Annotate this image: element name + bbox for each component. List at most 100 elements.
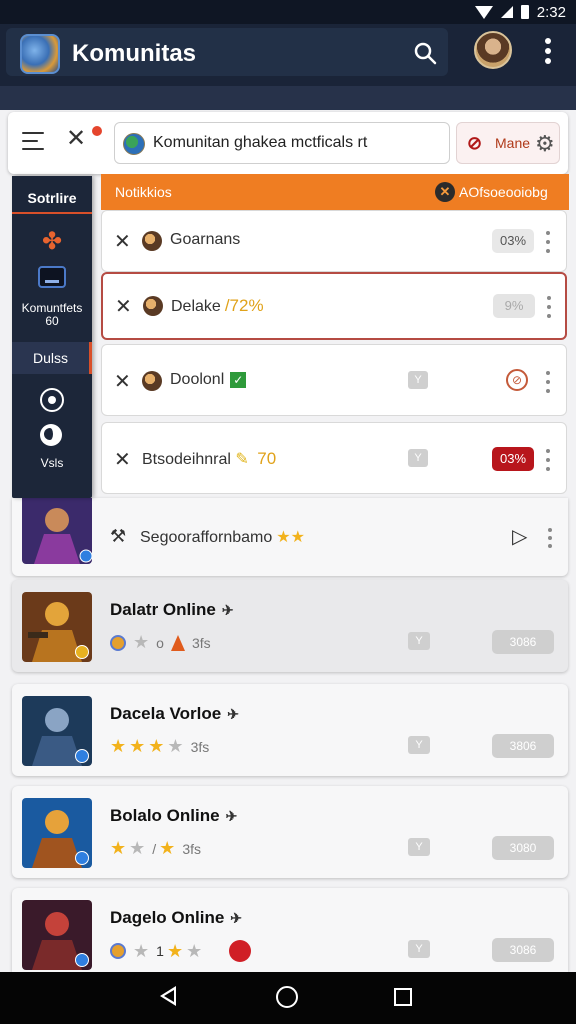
row-menu-icon[interactable] [547, 296, 553, 318]
tag-badge: Y [408, 940, 430, 958]
side-panel-item-label[interactable]: Vsls [14, 456, 90, 470]
notification-row[interactable]: ✕ Goarnans 03% [101, 210, 567, 272]
notification-dot [92, 126, 102, 136]
notification-row[interactable]: ✕ Btsodeihnral ✎ 70 Y 03% [101, 422, 567, 494]
dismiss-icon[interactable]: ✕ [114, 229, 131, 254]
star-icon: ★ [166, 940, 184, 961]
community-search-field[interactable]: Komunitan ghakea mctficals rt [114, 122, 450, 164]
game-title-text: Bolalo Online [110, 806, 220, 825]
home-icon[interactable] [276, 986, 298, 1008]
game-title-text: Dacela Vorloe [110, 704, 222, 723]
back-icon-inner [164, 990, 174, 1002]
star-icon: ★ [129, 838, 146, 858]
avatar[interactable] [474, 31, 512, 69]
mane-button[interactable]: ⊘ Mane ⚙ [456, 122, 560, 164]
status-bar: 2:32 [0, 0, 576, 24]
game-card[interactable]: Dacela Vorloe ✈ ★ ★ ★ ★ 3fs Y 3806 [12, 684, 568, 776]
rating-mark: / [152, 840, 157, 857]
tag-badge: Y [408, 838, 430, 856]
notification-text: Delake/72% [171, 296, 264, 316]
game-action-button[interactable]: 3086 [492, 630, 554, 654]
tag-badge: Y [408, 449, 428, 467]
dismiss-icon[interactable]: ✕ [114, 369, 131, 394]
target-icon[interactable] [40, 388, 64, 412]
side-panel-header[interactable]: Sotrlire [12, 176, 92, 214]
tag-badge: Y [408, 736, 430, 754]
notification-name: Doolonl [170, 371, 225, 388]
user-avatar-icon [143, 296, 163, 316]
toolbar: ✕ Komunitan ghakea mctficals rt ⊘ Mane ⚙ [8, 112, 568, 174]
dismiss-icon[interactable]: ✕ [114, 447, 131, 472]
game-card[interactable]: Dagelo Online ✈ ★ 1 ★ ★ Y 3086 [12, 888, 568, 972]
globe-icon [123, 133, 145, 155]
user-icon [110, 943, 126, 959]
star-icon: ★ [110, 736, 127, 756]
game-card[interactable]: Bolalo Online ✈ ★ ★ / ★ 3fs Y 3080 [12, 786, 568, 878]
percent-badge: 9% [493, 294, 535, 318]
badge-icon [75, 953, 89, 967]
game-thumbnail [22, 900, 92, 970]
rating: ★ ★ ★ ★ 3fs [110, 736, 209, 757]
check-badge-icon: ✓ [230, 371, 247, 388]
play-icon[interactable]: ▷ [512, 524, 527, 549]
game-title: Dacela Vorloe ✈ [110, 704, 239, 724]
star-icon: ★ [133, 940, 150, 961]
card-menu-icon[interactable] [548, 528, 554, 548]
app-title: Komunitas [72, 40, 197, 67]
notifications-header-right[interactable]: AOfsoeooiobg [459, 184, 548, 200]
wrench-icon: ⚒ [110, 526, 127, 546]
partial-card-label: Segooraffornbamo [140, 529, 273, 546]
percent-badge: 03% [492, 447, 534, 471]
no-entry-icon[interactable]: ⊘ [506, 369, 528, 391]
pin-icon: ✈ [230, 910, 243, 926]
user-icon [110, 634, 126, 651]
search-icon[interactable] [412, 40, 438, 66]
menu-icon[interactable] [22, 132, 44, 150]
badge-icon: ✕ [435, 182, 455, 202]
rating-text: 3fs [190, 738, 210, 755]
console-icon[interactable] [38, 266, 66, 288]
recents-icon[interactable] [394, 988, 412, 1006]
overflow-menu-icon[interactable] [538, 34, 558, 68]
game-card-partial[interactable]: ⚒ Segooraffornbamo ★★ ▷ [12, 498, 568, 576]
cone-icon [170, 634, 185, 651]
battery-icon [520, 5, 529, 19]
dismiss-icon[interactable]: ✕ [115, 294, 132, 319]
star-icons: ★★ [276, 529, 305, 546]
rating: ★ ★ / ★ 3fs [110, 838, 201, 859]
game-card[interactable]: Dalatr Online ✈ ★ o 3fs Y 3086 [12, 580, 568, 672]
pin-icon: ✈ [227, 706, 239, 722]
pencil-icon: ✎ [235, 451, 249, 468]
notification-extra: 70 [257, 449, 277, 468]
status-time: 2:32 [536, 3, 566, 21]
user-avatar-icon [142, 231, 162, 251]
mane-label: Mane [495, 135, 531, 151]
game-thumbnail [22, 798, 92, 868]
notification-row[interactable]: ✕ Doolonl ✓ Y ⊘ [101, 344, 567, 416]
percent-badge: 03% [492, 229, 534, 253]
fire-icon[interactable]: ✤ [40, 230, 64, 254]
row-menu-icon[interactable] [546, 371, 552, 393]
star-icon: ★ [110, 838, 127, 858]
game-thumbnail [22, 592, 92, 662]
signal-icon [500, 6, 513, 18]
game-thumbnail [22, 498, 92, 564]
game-action-button[interactable]: 3806 [492, 734, 554, 758]
game-title: Dalatr Online ✈ [110, 600, 234, 620]
star-icon: ★ [167, 736, 184, 756]
user-avatar-icon [142, 371, 162, 391]
row-menu-icon[interactable] [546, 449, 552, 471]
game-action-button[interactable]: 3086 [492, 938, 554, 962]
game-action-button[interactable]: 3080 [492, 836, 554, 860]
side-panel-item-label[interactable]: Komuntfets 60 [14, 302, 90, 328]
gear-icon[interactable]: ⚙ [535, 131, 555, 157]
side-panel-section[interactable]: Dulss [12, 342, 92, 374]
star-icon: ★ [129, 736, 146, 756]
row-menu-icon[interactable] [546, 231, 552, 253]
wifi-icon [474, 5, 493, 19]
pin-icon: ✈ [221, 602, 234, 618]
notification-row-selected[interactable]: ✕ Delake/72% 9% [101, 272, 567, 340]
close-icon[interactable]: ✕ [66, 126, 92, 152]
moon-icon[interactable] [40, 424, 62, 446]
notification-name: Delake [171, 298, 221, 315]
